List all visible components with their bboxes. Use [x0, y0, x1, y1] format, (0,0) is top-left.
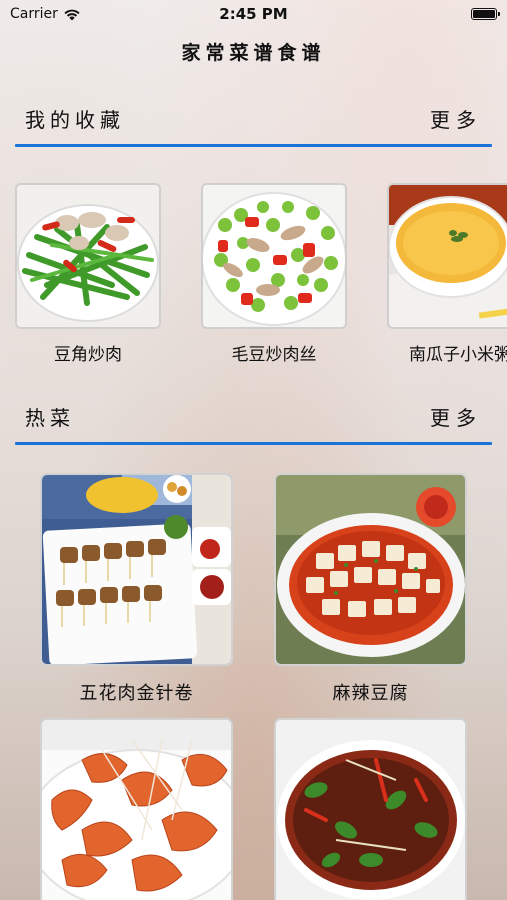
favorites-header: 我的收藏 更多 — [15, 104, 492, 152]
hot-title: 热菜 — [25, 406, 75, 430]
dish-image-mapo-tofu[interactable] — [274, 473, 467, 666]
favorite-item[interactable]: 豆角炒肉 — [15, 183, 161, 365]
favorite-image-pumpkin-millet-porridge[interactable] — [387, 183, 507, 329]
favorite-name: 毛豆炒肉丝 — [231, 345, 317, 365]
status-bar: Carrier 2:45 PM — [0, 0, 507, 30]
favorites-more-button[interactable]: 更多 — [430, 104, 482, 133]
favorites-list[interactable]: 豆角炒肉 毛豆炒肉丝 南瓜子小米粥 — [0, 183, 507, 368]
favorite-item[interactable]: 毛豆炒肉丝 — [201, 183, 347, 365]
favorites-divider — [15, 144, 492, 147]
hot-divider — [15, 442, 492, 445]
favorite-image-edamame-pork[interactable] — [201, 183, 347, 329]
dish-image-braised-shrimp[interactable] — [40, 718, 233, 900]
favorites-title: 我的收藏 — [25, 108, 125, 132]
dish-image-stir-fried-dish[interactable] — [274, 718, 467, 900]
battery-icon — [471, 8, 500, 20]
page-title: 家常菜谱食谱 — [181, 42, 326, 64]
favorite-name: 南瓜子小米粥 — [409, 345, 507, 365]
dish-card[interactable] — [274, 718, 467, 900]
favorite-item[interactable]: 南瓜子小米粥 — [387, 183, 507, 365]
hot-header: 热菜 更多 — [15, 402, 492, 450]
dish-name: 五花肉金针卷 — [79, 683, 194, 704]
dish-image-pork-enoki-rolls[interactable] — [40, 473, 233, 666]
dish-card[interactable] — [40, 718, 233, 900]
dish-card[interactable]: 五花肉金针卷 — [40, 473, 233, 705]
favorite-name: 豆角炒肉 — [54, 345, 122, 365]
status-time: 2:45 PM — [219, 5, 288, 23]
favorite-image-green-beans-pork[interactable] — [15, 183, 161, 329]
dish-name: 麻辣豆腐 — [332, 683, 409, 704]
hot-more-button[interactable]: 更多 — [430, 402, 482, 431]
dish-card[interactable]: 麻辣豆腐 — [274, 473, 467, 705]
